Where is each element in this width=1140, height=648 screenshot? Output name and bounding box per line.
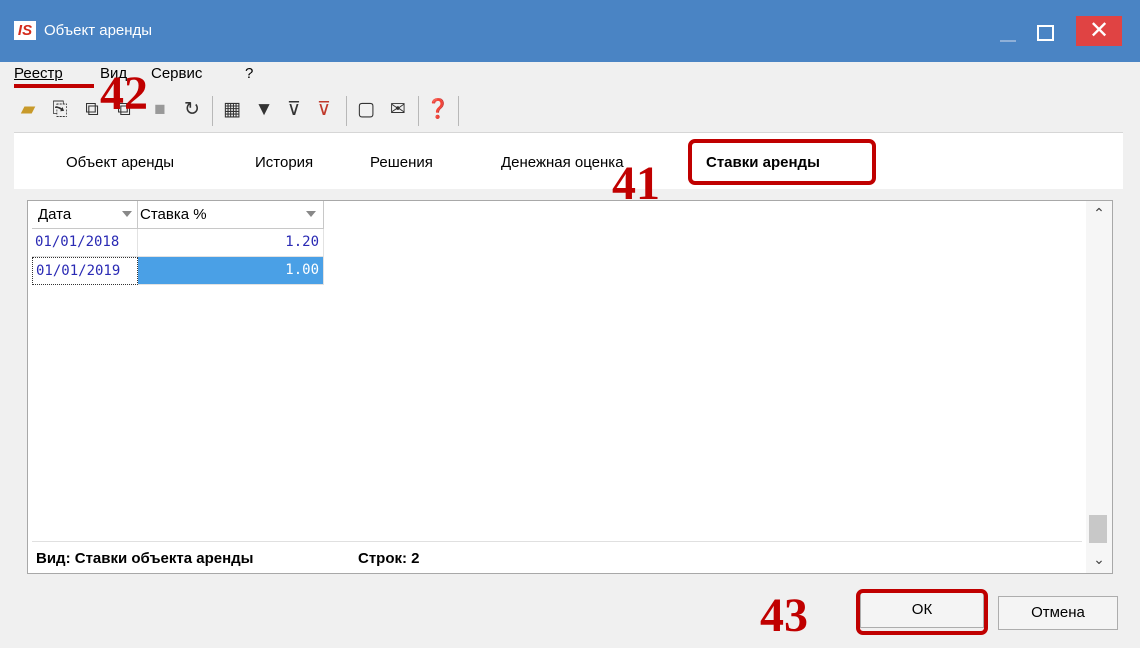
scroll-up-icon[interactable]: ⌃ — [1091, 205, 1107, 221]
vertical-scrollbar[interactable]: ⌃ ⌄ — [1086, 201, 1112, 573]
refresh-icon[interactable]: ↻ — [178, 96, 206, 124]
cell-rate[interactable]: 1.00 — [138, 257, 324, 285]
tab-decisions[interactable]: Решения — [370, 153, 433, 173]
status-row-count: Строк: 2 — [358, 550, 420, 567]
annotation-underline-registry — [14, 84, 94, 88]
menu-registry[interactable]: Реестр — [14, 64, 63, 84]
cell-date[interactable]: 01/01/2018 — [32, 229, 138, 257]
scroll-thumb[interactable] — [1089, 515, 1107, 543]
toolbar-separator — [212, 96, 213, 126]
cell-rate[interactable]: 1.20 — [138, 229, 324, 257]
column-menu-icon[interactable] — [122, 211, 132, 217]
filter-icon[interactable]: ▼ — [250, 96, 278, 124]
table-view-icon[interactable]: ▦ — [218, 96, 246, 124]
tab-monetary-valuation[interactable]: Денежная оценка — [501, 153, 624, 173]
annotation-43: 43 — [760, 589, 808, 642]
cancel-button[interactable]: Отмена — [998, 596, 1118, 630]
table-row-selected[interactable]: 01/01/2019 1.00 — [32, 257, 324, 285]
mail-icon[interactable]: ✉ — [384, 96, 412, 124]
window-title: Объект аренды — [44, 22, 153, 39]
app-logo-icon: IS — [14, 21, 36, 40]
filter-clear-icon[interactable]: ⊽ — [310, 96, 338, 124]
tab-rental-object[interactable]: Объект аренды — [66, 153, 174, 173]
stop-icon[interactable]: ■ — [146, 96, 174, 124]
menu-service[interactable]: Сервис — [151, 64, 202, 84]
close-button[interactable]: ✕ — [1076, 16, 1122, 46]
toolbar: ▰ ⎘ ⧉ ⧉ ■ ↻ ▦ ▼ ⊽ ⊽ ▢ ✉ ❓ — [12, 94, 532, 128]
annotation-box-rates-tab — [688, 139, 876, 185]
annotation-box-ok — [856, 589, 988, 635]
open-folder-icon[interactable]: ▰ — [14, 96, 42, 124]
annotation-42: 42 — [100, 67, 148, 120]
table-row[interactable]: 01/01/2018 1.20 — [32, 229, 324, 257]
title-bar: IS Объект аренды ✕ — [0, 0, 1140, 62]
tabs-panel: Объект аренды История Решения Денежная о… — [14, 132, 1123, 189]
toolbar-separator — [346, 96, 347, 126]
annotation-41: 41 — [612, 157, 660, 210]
help-icon[interactable]: ❓ — [424, 96, 452, 124]
column-header-rate[interactable]: Ставка % — [138, 201, 324, 229]
column-menu-icon[interactable] — [306, 211, 316, 217]
status-view-label: Вид: Ставки объекта аренды — [36, 550, 254, 567]
new-item-icon[interactable]: ⎘ — [46, 96, 74, 124]
menu-help[interactable]: ? — [245, 64, 253, 84]
grid-status-bar: Вид: Ставки объекта аренды Строк: 2 — [32, 541, 1082, 570]
scroll-down-icon[interactable]: ⌄ — [1091, 551, 1107, 567]
maximize-button[interactable] — [1032, 20, 1056, 44]
toolbar-separator — [458, 96, 459, 126]
filter-add-icon[interactable]: ⊽ — [280, 96, 308, 124]
column-header-date[interactable]: Дата — [32, 201, 138, 229]
cell-date[interactable]: 01/01/2019 — [32, 257, 138, 285]
card-icon[interactable]: ▢ — [352, 96, 380, 124]
toolbar-separator — [418, 96, 419, 126]
rates-grid: Дата Ставка % 01/01/2018 1.20 01/01/2019… — [27, 200, 1113, 574]
tab-history[interactable]: История — [255, 153, 313, 173]
